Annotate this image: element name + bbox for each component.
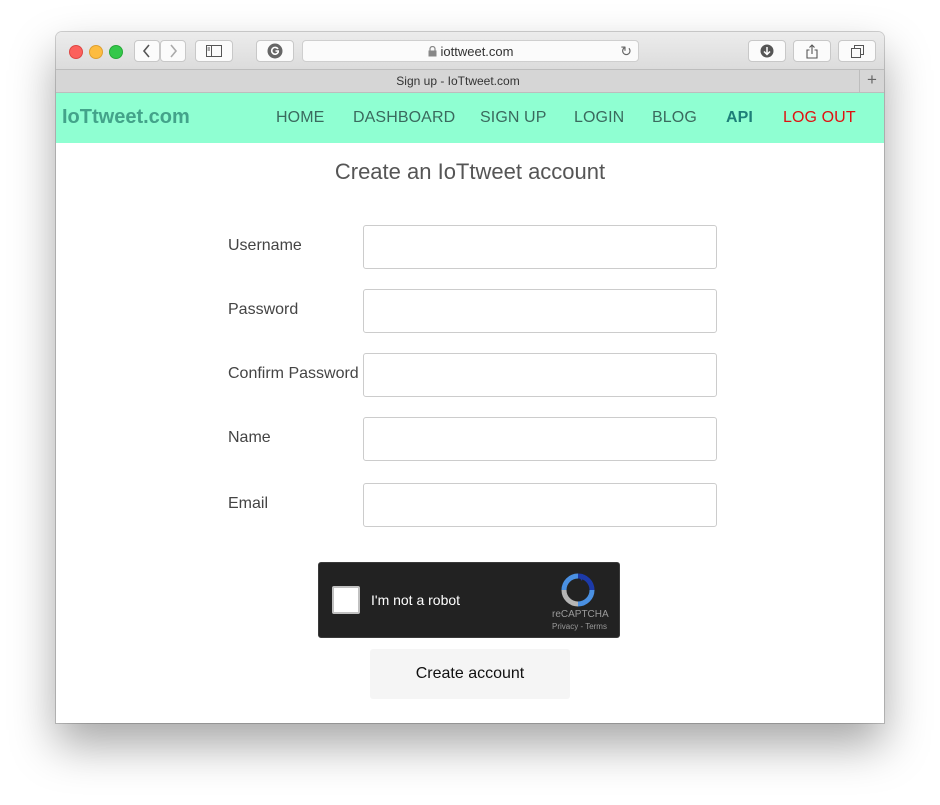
zoom-window-button[interactable] (109, 45, 123, 59)
create-account-button[interactable]: Create account (370, 649, 570, 699)
close-window-button[interactable] (69, 45, 83, 59)
share-icon (806, 43, 818, 59)
page-title: Create an IoTtweet account (334, 159, 606, 184)
username-field[interactable] (363, 225, 717, 269)
url-text: iottweet.com (440, 43, 514, 59)
email-label: Email (228, 495, 269, 512)
recaptcha-widget: I'm not a robot reCAPTCHA Privacy - Term… (318, 562, 620, 638)
lock-icon (428, 45, 436, 56)
name-field[interactable] (363, 417, 717, 461)
grammarly-icon (267, 43, 283, 59)
browser-toolbar: iottweet.com ↻ (56, 32, 884, 69)
confirm-password-field[interactable] (363, 353, 717, 397)
nav-sign-up[interactable]: SIGN UP (480, 109, 547, 127)
tabs-icon (850, 44, 864, 58)
tab-bar: Sign up - IoTtweet.com + (56, 69, 884, 93)
username-label: Username (228, 237, 302, 254)
name-label: Name (228, 429, 271, 446)
nav-log-out[interactable]: LOG OUT (783, 109, 856, 127)
nav-api[interactable]: API (726, 109, 753, 127)
share-button[interactable] (793, 40, 831, 62)
downloads-button[interactable] (748, 40, 786, 62)
chevron-right-icon (170, 44, 178, 58)
download-icon (760, 44, 774, 58)
password-field[interactable] (363, 289, 717, 333)
reload-icon[interactable]: ↻ (620, 43, 632, 60)
browser-window: iottweet.com ↻ Sign up - IoTtweet.com + … (56, 32, 884, 723)
recaptcha-brand: reCAPTCHA (552, 609, 609, 620)
forward-button[interactable] (160, 40, 186, 62)
recaptcha-terms-link[interactable]: Privacy - Terms (552, 622, 607, 631)
nav-login[interactable]: LOGIN (574, 109, 624, 127)
recaptcha-label: I'm not a robot (371, 592, 461, 608)
back-button[interactable] (134, 40, 160, 62)
address-bar[interactable]: iottweet.com ↻ (302, 40, 639, 62)
sidebar-icon (206, 45, 222, 57)
sidebar-toggle-button[interactable] (195, 40, 233, 62)
password-label: Password (228, 301, 299, 318)
email-field[interactable] (363, 483, 717, 527)
nav-home[interactable]: HOME (276, 109, 324, 127)
recaptcha-checkbox[interactable] (332, 586, 360, 614)
nav-blog[interactable]: BLOG (652, 109, 697, 127)
tab-active[interactable]: Sign up - IoTtweet.com (56, 70, 860, 92)
tabs-overview-button[interactable] (838, 40, 876, 62)
new-tab-button[interactable]: + (859, 70, 884, 92)
extension-button[interactable] (256, 40, 294, 62)
site-logo[interactable]: IoTtweet.com (62, 106, 190, 129)
minimize-window-button[interactable] (89, 45, 103, 59)
nav-dashboard[interactable]: DASHBOARD (353, 109, 455, 127)
chevron-left-icon (142, 44, 150, 58)
confirm-password-label: Confirm Password (228, 365, 359, 382)
recaptcha-logo-icon (561, 573, 595, 607)
site-navbar: IoTtweet.com HOME DASHBOARD SIGN UP LOGI… (56, 93, 884, 143)
signup-page: Create an IoTtweet account Username Pass… (56, 143, 884, 723)
